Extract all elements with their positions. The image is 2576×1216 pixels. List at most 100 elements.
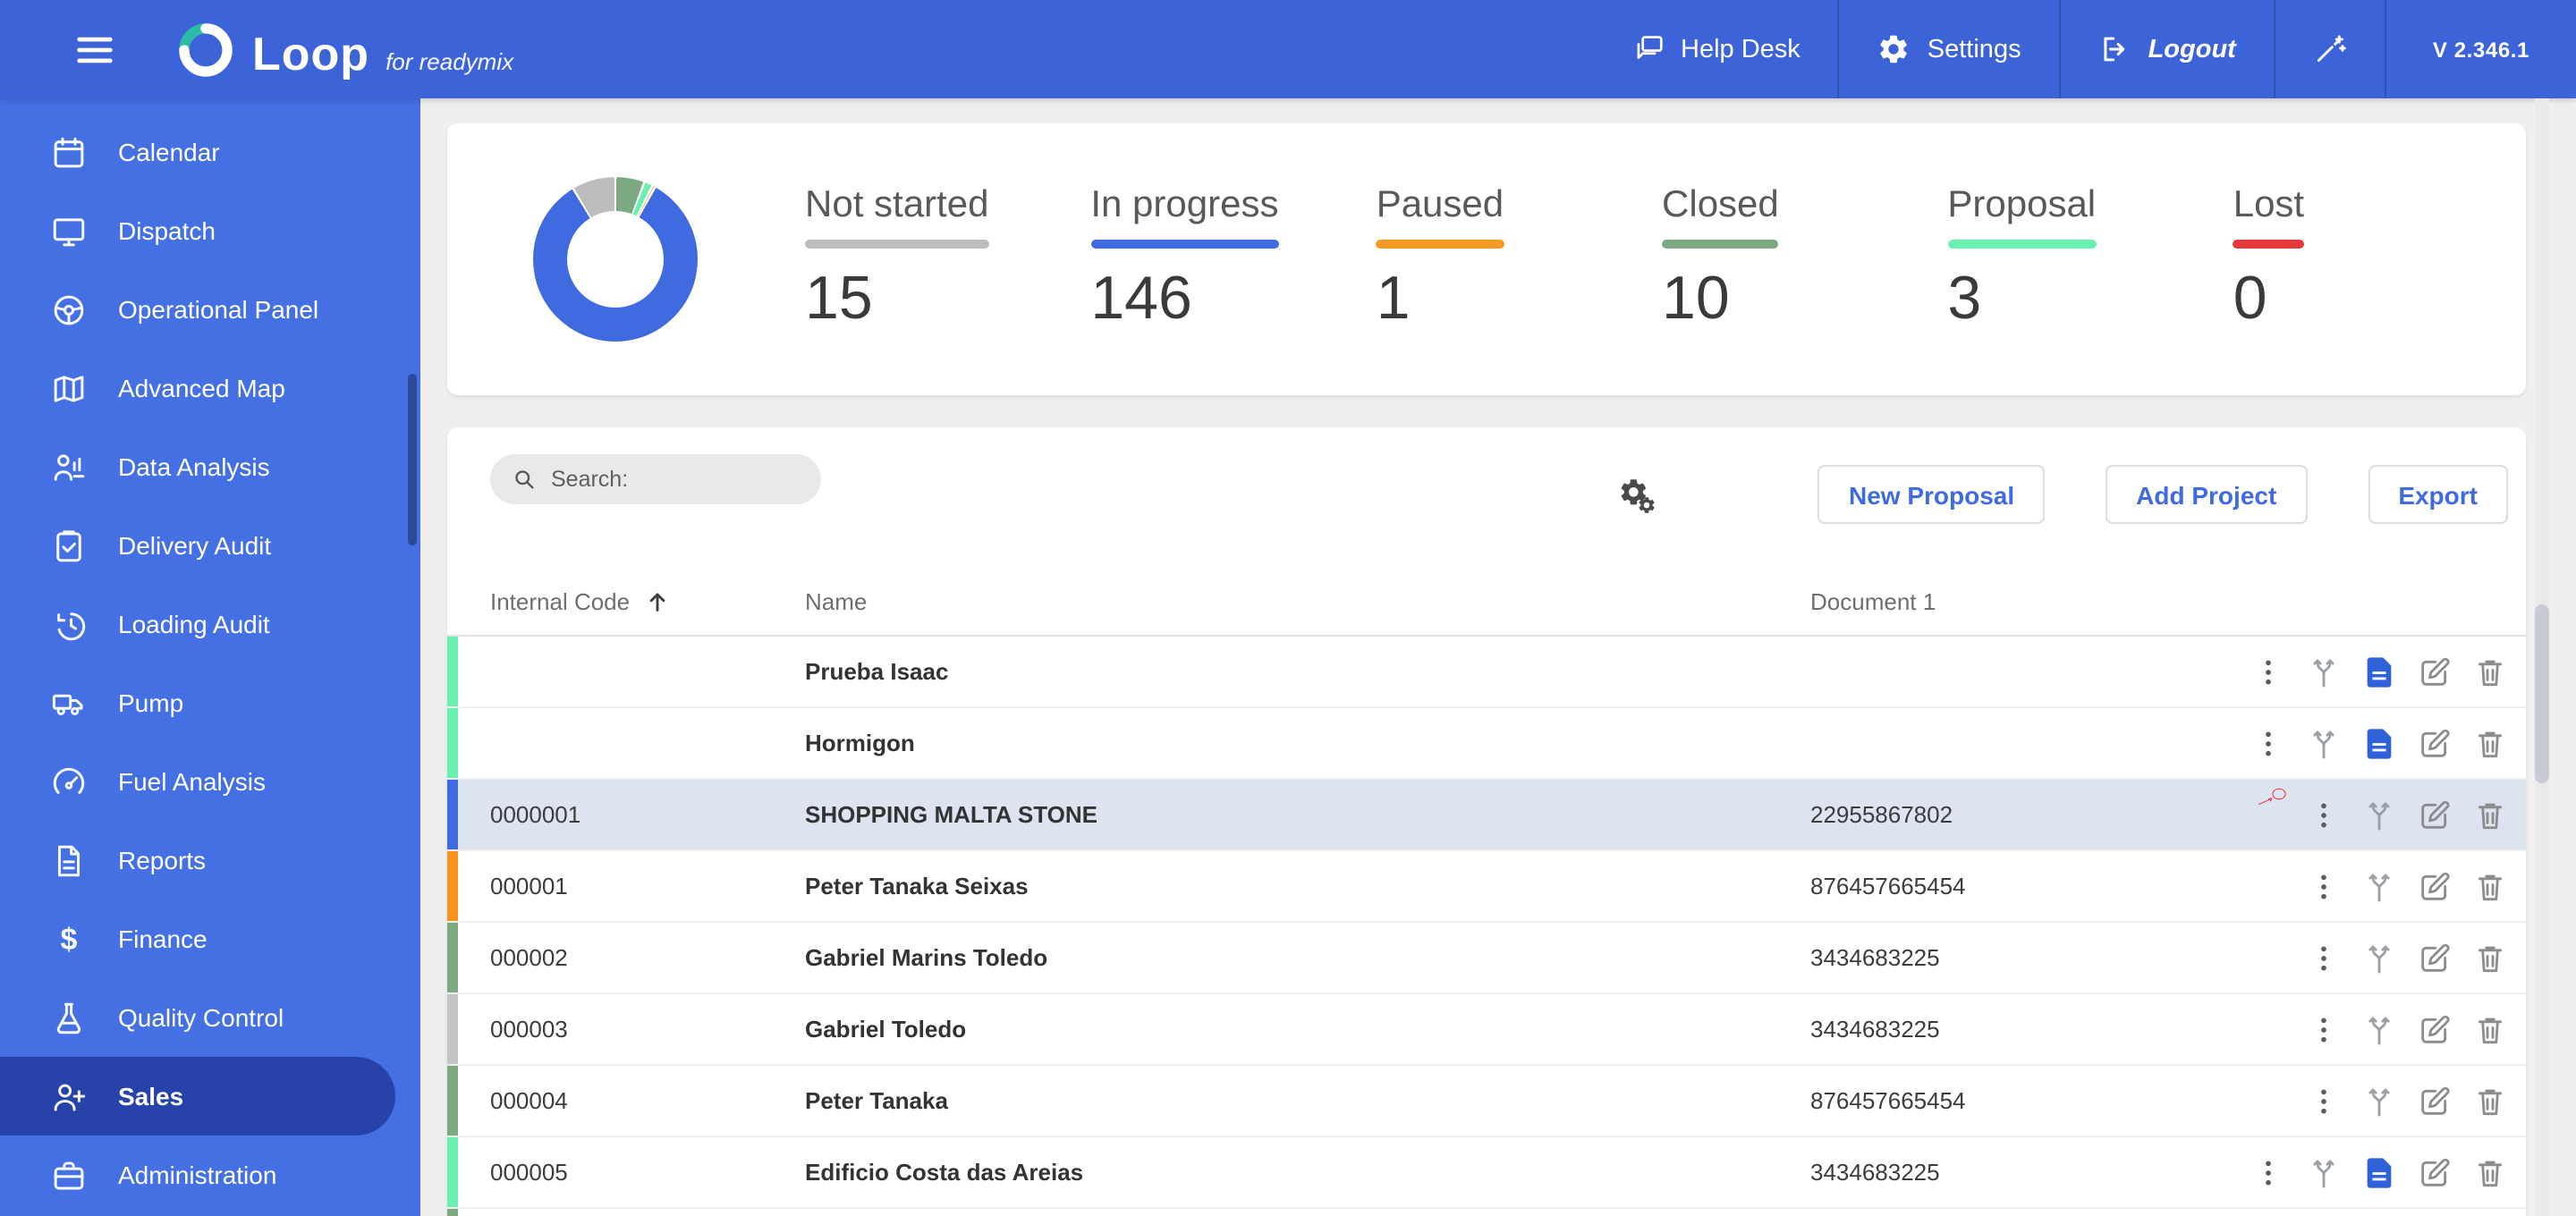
delete-action-icon[interactable]	[2472, 868, 2508, 904]
wand-button[interactable]	[2275, 0, 2385, 98]
row-actions	[2240, 1154, 2508, 1190]
sidebar-item-administration[interactable]: Administration	[0, 1136, 420, 1214]
sidebar-item-operational-panel[interactable]: Operational Panel	[0, 270, 420, 349]
kebab-action-icon[interactable]	[2306, 1011, 2342, 1047]
cell-internal-code: 000001	[490, 873, 568, 899]
services-icon[interactable]	[1618, 475, 1657, 514]
row-actions	[2240, 1083, 2508, 1119]
edit-action-icon[interactable]	[2417, 725, 2453, 761]
version-label: V 2.346.1	[2432, 37, 2529, 62]
column-internal-code-label: Internal Code	[490, 587, 631, 614]
sort-asc-icon	[644, 587, 671, 614]
cell-document: 22955867802	[1810, 801, 1953, 828]
column-name[interactable]: Name	[805, 587, 1810, 614]
sidebar-item-label: Dispatch	[118, 216, 216, 245]
sidebar-item-label: Quality Control	[118, 1003, 284, 1032]
sidebar-item-label: Sales	[118, 1082, 184, 1110]
fork-action-icon[interactable]	[2306, 654, 2342, 689]
cell-name: SHOPPING MALTA STONE	[805, 801, 1097, 828]
edit-action-icon[interactable]	[2417, 940, 2453, 975]
delete-action-icon[interactable]	[2472, 725, 2508, 761]
main-scrollbar-thumb[interactable]	[2535, 604, 2549, 783]
kebab-action-icon[interactable]	[2306, 1083, 2342, 1119]
helpdesk-icon	[1631, 32, 1665, 66]
kebab-action-icon[interactable]	[2306, 868, 2342, 904]
settings-button[interactable]: Settings	[1840, 0, 2059, 98]
status-stripe	[447, 1137, 458, 1207]
delete-action-icon[interactable]	[2472, 1083, 2508, 1119]
add-project-button[interactable]: Add Project	[2106, 465, 2308, 524]
sidebar-item-sales[interactable]: Sales	[0, 1057, 395, 1136]
stat-underline	[1090, 240, 1279, 249]
kebab-action-icon[interactable]	[2250, 654, 2286, 689]
fork-action-icon[interactable]	[2306, 725, 2342, 761]
sidebar-item-delivery-audit[interactable]: Delivery Audit	[0, 506, 420, 585]
delete-action-icon[interactable]	[2472, 654, 2508, 689]
main-content: Not started 15 In progress 146 Paused 1 …	[420, 98, 2576, 1216]
fork-action-icon[interactable]	[2361, 1011, 2397, 1047]
fork-action-icon[interactable]	[2306, 1154, 2342, 1190]
table-row[interactable]: 000002 Gabriel Marins Toledo 3434683225	[447, 923, 2526, 994]
document-action-icon[interactable]	[2361, 654, 2397, 689]
column-document-1[interactable]: Document 1	[1810, 587, 2240, 614]
status-stripe	[447, 780, 458, 849]
sidebar-item-fuel-analysis[interactable]: Fuel Analysis	[0, 742, 420, 821]
edit-action-icon[interactable]	[2417, 797, 2453, 832]
edit-action-icon[interactable]	[2417, 1083, 2453, 1119]
logout-button[interactable]: Logout	[2061, 0, 2274, 98]
sidebar: Calendar Dispatch Operational Panel Adva…	[0, 98, 420, 1216]
sidebar-item-loading-audit[interactable]: Loading Audit	[0, 585, 420, 663]
column-internal-code[interactable]: Internal Code	[490, 587, 805, 614]
sidebar-item-data-analysis[interactable]: Data Analysis	[0, 427, 420, 506]
document-action-icon[interactable]	[2361, 1154, 2397, 1190]
edit-action-icon[interactable]	[2417, 1011, 2453, 1047]
table-row[interactable]: 000006 Shopping Costa Mar 3434683225	[447, 1209, 2526, 1216]
status-stripe	[447, 1066, 458, 1136]
table-row[interactable]: 000005 Edificio Costa das Areias 3434683…	[447, 1137, 2526, 1209]
table-row[interactable]: Prueba Isaac	[447, 637, 2526, 708]
hamburger-icon[interactable]	[72, 26, 118, 72]
edit-action-icon[interactable]	[2417, 868, 2453, 904]
help-desk-button[interactable]: Help Desk	[1593, 0, 1838, 98]
app-logo: Loop for readymix	[175, 19, 513, 80]
sidebar-item-pump[interactable]: Pump	[0, 663, 420, 742]
table-row[interactable]: 0000001 SHOPPING MALTA STONE 22955867802	[447, 780, 2526, 851]
data-analysis-icon	[50, 448, 88, 486]
dispatch-icon	[50, 212, 88, 249]
table-row[interactable]: Hormigon	[447, 708, 2526, 780]
table-row[interactable]: 000004 Peter Tanaka 876457665454	[447, 1066, 2526, 1137]
edit-action-icon[interactable]	[2417, 1154, 2453, 1190]
advanced-map-icon	[50, 369, 88, 407]
stat-underline	[1947, 240, 2097, 249]
delete-action-icon[interactable]	[2472, 1011, 2508, 1047]
fork-action-icon[interactable]	[2361, 1083, 2397, 1119]
sidebar-item-advanced-map[interactable]: Advanced Map	[0, 349, 420, 427]
document-action-icon[interactable]	[2361, 725, 2397, 761]
status-stripe	[447, 1209, 458, 1216]
table-row[interactable]: 000003 Gabriel Toledo 3434683225	[447, 994, 2526, 1066]
kebab-action-icon[interactable]	[2306, 940, 2342, 975]
delete-action-icon[interactable]	[2472, 797, 2508, 832]
sidebar-item-finance[interactable]: $ Finance	[0, 899, 420, 978]
table-row[interactable]: 000001 Peter Tanaka Seixas 876457665454	[447, 851, 2526, 923]
search-input[interactable]: Search:	[490, 454, 821, 504]
sidebar-item-dispatch[interactable]: Dispatch	[0, 191, 420, 270]
delete-action-icon[interactable]	[2472, 1154, 2508, 1190]
sidebar-item-calendar[interactable]: Calendar	[0, 113, 420, 191]
row-actions	[2240, 868, 2508, 904]
fork-action-icon[interactable]	[2258, 787, 2397, 832]
kebab-action-icon[interactable]	[2306, 797, 2342, 832]
sidebar-item-reports[interactable]: Reports	[0, 821, 420, 899]
sidebar-scrollbar-thumb[interactable]	[408, 374, 417, 545]
edit-action-icon[interactable]	[2417, 654, 2453, 689]
export-button[interactable]: Export	[2368, 465, 2508, 524]
kebab-action-icon[interactable]	[2250, 725, 2286, 761]
fork-action-icon[interactable]	[2361, 868, 2397, 904]
projects-table-card: Search: New Proposal Add Project Export …	[447, 427, 2526, 1216]
delete-action-icon[interactable]	[2472, 940, 2508, 975]
logo-subtext: for readymix	[386, 47, 514, 74]
new-proposal-button[interactable]: New Proposal	[1818, 465, 2046, 524]
kebab-action-icon[interactable]	[2250, 1154, 2286, 1190]
fork-action-icon[interactable]	[2361, 940, 2397, 975]
sidebar-item-quality-control[interactable]: Quality Control	[0, 978, 420, 1057]
